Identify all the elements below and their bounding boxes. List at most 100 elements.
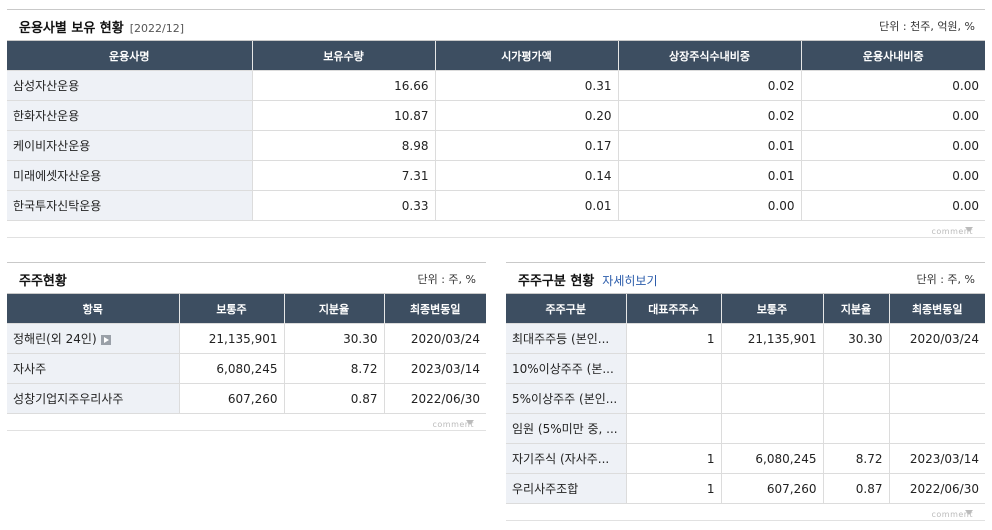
shareholders-header-0: 항목 xyxy=(7,294,179,324)
table-row: 정해린(외 24인) 21,135,901 30.30 2020/03/24 xyxy=(7,323,486,354)
shareholder-types-section: 주주구분 현황 자세히보기 단위 : 주, % 주주구분 대표주주수 보통주 지분율 최종… xyxy=(506,262,985,521)
fund-holdings-cell: 0.00 xyxy=(617,190,801,221)
fund-holdings-cell-text: 0.33 xyxy=(401,198,429,213)
shareholder-types-cell xyxy=(625,353,721,384)
fund-holdings-cell-text: 7.31 xyxy=(401,168,429,183)
fund-holdings-cell: 미래에셋자산운용 xyxy=(7,160,252,191)
shareholder-types-cell: 1 xyxy=(625,443,721,474)
triangle-down-icon xyxy=(965,510,973,515)
fund-holdings-cell-text: 0.20 xyxy=(584,108,612,123)
shareholders-cell-text: 30.30 xyxy=(343,331,378,346)
table-row: 미래에셋자산운용 7.31 0.14 0.01 0.00 xyxy=(7,160,985,191)
shareholders-cell: 607,260 xyxy=(178,383,284,414)
shareholder-types-cell xyxy=(625,383,721,414)
shareholder-types-cell-text: 우리사주조합 xyxy=(512,482,579,496)
shareholder-types-comment[interactable]: comment xyxy=(506,504,985,521)
shareholders-cell-text: 자사주 xyxy=(13,362,47,376)
fund-holdings-cell: 10.87 xyxy=(251,100,435,131)
fund-holdings-cell-text: 0.01 xyxy=(767,168,795,183)
fund-holdings-cell: 0.17 xyxy=(434,130,618,161)
shareholders-comment[interactable]: comment xyxy=(7,414,486,431)
fund-holdings-cell: 0.01 xyxy=(434,190,618,221)
shareholders-cell: 자사주 xyxy=(7,353,179,384)
fund-holdings-cell: 0.01 xyxy=(617,160,801,191)
shareholders-title: 주주현황 xyxy=(19,274,67,289)
fund-holdings-header-3: 상장주식수내비중 xyxy=(617,41,801,71)
shareholder-types-header-2: 보통주 xyxy=(720,294,823,324)
fund-holdings-cell-text: 0.02 xyxy=(767,108,795,123)
shareholder-types-cell xyxy=(822,353,889,384)
shareholder-types-cell: 21,135,901 xyxy=(720,323,823,354)
fund-holdings-cell: 케이비자산운용 xyxy=(7,130,252,161)
table-row: 삼성자산운용 16.66 0.31 0.02 0.00 xyxy=(7,70,985,101)
fund-holdings-cell: 삼성자산운용 xyxy=(7,70,252,101)
fund-holdings-cell: 8.98 xyxy=(251,130,435,161)
table-row: 케이비자산운용 8.98 0.17 0.01 0.00 xyxy=(7,130,985,161)
fund-holdings-cell: 7.31 xyxy=(251,160,435,191)
triangle-down-icon xyxy=(466,420,474,425)
shareholders-cell: 정해린(외 24인) xyxy=(7,323,179,354)
fund-holdings-cell: 0.00 xyxy=(800,130,985,161)
shareholder-types-cell: 자기주식 (자사주... xyxy=(506,443,626,474)
shareholders-cell-text: 0.87 xyxy=(350,391,378,406)
fund-holdings-title: 운용사별 보유 현황 [2022/12] xyxy=(19,17,184,36)
shareholder-types-unit: 단위 : 주, % xyxy=(916,273,975,286)
shareholder-types-table: 주주구분 대표주주수 보통주 지분율 최종변동일 최대주주등 (본인... 1 21,135… xyxy=(506,294,985,504)
shareholders-header-1: 보통주 xyxy=(178,294,284,324)
triangle-down-icon xyxy=(965,227,973,232)
fund-holdings-header-2: 시가평가액 xyxy=(434,41,618,71)
fund-holdings-cell: 0.02 xyxy=(617,70,801,101)
shareholders-cell: 성창기업지주우리사주 xyxy=(7,383,179,414)
fund-holdings-section: 운용사별 보유 현황 [2022/12] 단위 : 천주, 억원, % 운용사명 보… xyxy=(7,9,985,238)
table-row: 한국투자신탁운용 0.33 0.01 0.00 0.00 xyxy=(7,190,985,221)
shareholder-types-cell-text: 21,135,901 xyxy=(747,331,817,346)
table-row: 한화자산운용 10.87 0.20 0.02 0.00 xyxy=(7,100,985,131)
fund-holdings-cell-text: 0.17 xyxy=(584,138,612,153)
fund-holdings-header-0: 운용사명 xyxy=(7,41,252,71)
shareholder-types-header: 주주구분 현황 자세히보기 단위 : 주, % xyxy=(506,262,985,294)
table-row: 우리사주조합 1 607,260 0.87 2022/06/30 xyxy=(506,473,985,504)
shareholder-types-cell xyxy=(720,353,823,384)
shareholder-types-cell: 5%이상주주 (본인... xyxy=(506,383,626,414)
fund-holdings-cell-text: 10.87 xyxy=(394,108,429,123)
detail-link[interactable]: 자세히보기 xyxy=(602,274,657,288)
fund-holdings-cell: 0.33 xyxy=(251,190,435,221)
shareholder-types-cell-text: 1 xyxy=(706,331,715,346)
shareholder-types-cell: 1 xyxy=(625,323,721,354)
table-row: 자사주 6,080,245 8.72 2023/03/14 xyxy=(7,353,486,384)
shareholder-types-cell-text: 6,080,245 xyxy=(755,451,817,466)
shareholders-cell-text: 607,260 xyxy=(227,391,278,406)
fund-holdings-header: 운용사별 보유 현황 [2022/12] 단위 : 천주, 억원, % xyxy=(7,9,985,41)
shareholder-types-cell-text: 8.72 xyxy=(855,451,883,466)
table-row: 임원 (5%미만 중, ... xyxy=(506,413,985,444)
shareholder-types-cell xyxy=(888,383,985,414)
fund-holdings-cell-text: 0.31 xyxy=(584,78,612,93)
shareholder-types-cell xyxy=(822,413,889,444)
shareholders-cell: 21,135,901 xyxy=(178,323,284,354)
shareholder-types-cell xyxy=(720,383,823,414)
shareholder-types-cell-text: 0.87 xyxy=(855,481,883,496)
shareholder-types-cell: 6,080,245 xyxy=(720,443,823,474)
shareholder-types-cell-text: 1 xyxy=(706,481,715,496)
shareholder-types-title-text: 주주구분 현황 xyxy=(518,274,595,289)
play-icon[interactable] xyxy=(100,334,111,345)
shareholder-types-cell: 최대주주등 (본인... xyxy=(506,323,626,354)
fund-holdings-cell: 0.00 xyxy=(800,190,985,221)
shareholder-types-cell: 607,260 xyxy=(720,473,823,504)
fund-holdings-table: 운용사명 보유수량 시가평가액 상장주식수내비중 운용사내비중 삼성자산운용 16.66 0… xyxy=(7,41,985,221)
shareholders-cell: 2023/03/14 xyxy=(383,353,486,384)
shareholder-types-cell xyxy=(625,413,721,444)
fund-holdings-cell-text: 0.00 xyxy=(952,198,979,213)
fund-holdings-cell: 0.20 xyxy=(434,100,618,131)
fund-holdings-cell-text: 0.02 xyxy=(767,78,795,93)
shareholders-cell-text: 2022/06/30 xyxy=(410,391,480,406)
fund-holdings-cell-text: 미래에셋자산운용 xyxy=(13,169,102,183)
shareholders-section: 주주현황 단위 : 주, % 항목 보통주 지분율 최종변동일 정해린(외 24인) 2… xyxy=(7,262,486,431)
shareholder-types-cell-text: 최대주주등 (본인... xyxy=(512,332,610,346)
fund-holdings-cell-text: 0.01 xyxy=(767,138,795,153)
shareholders-header: 주주현황 단위 : 주, % xyxy=(7,262,486,294)
shareholder-types-cell: 2022/06/30 xyxy=(888,473,985,504)
fund-holdings-comment[interactable]: comment xyxy=(7,221,985,238)
shareholder-types-cell: 우리사주조합 xyxy=(506,473,626,504)
fund-holdings-cell: 0.00 xyxy=(800,70,985,101)
